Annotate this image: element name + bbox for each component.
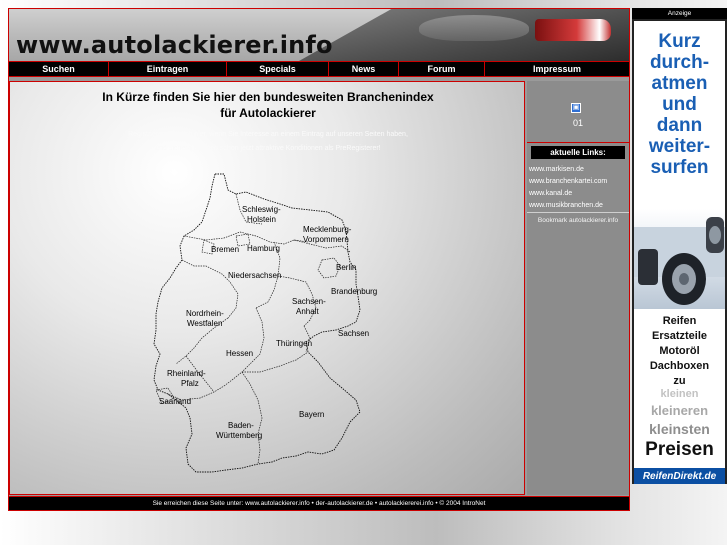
- car-image: [299, 9, 629, 61]
- ad-headline-line-3: atmen: [651, 73, 708, 94]
- ad-product-dachboxen: Dachboxen: [649, 360, 710, 372]
- border-he-bw: [223, 371, 243, 387]
- map-label-sachsen-anhalt[interactable]: Sachsen- Anhalt: [292, 297, 328, 316]
- map-label-hamburg[interactable]: Hamburg: [247, 244, 280, 253]
- map-label-schleswig-holstein[interactable]: Schleswig- Holstein: [242, 205, 283, 224]
- ad-headline-line-2: durch-: [649, 52, 710, 73]
- border-he-th: [241, 307, 265, 373]
- right-sidebar: ▣ 01 aktuelle Links: www.markisen.de www…: [527, 81, 629, 495]
- map-label-bw-line2: Württemberg: [216, 431, 262, 440]
- map-label-sachsen-anhalt-line1: Sachsen-: [292, 297, 326, 306]
- link-branchenkartei[interactable]: www.branchenkartei.com: [529, 176, 629, 187]
- ad-headline-line-6: weiter-: [648, 136, 711, 157]
- ad-big-text: Preisen: [645, 439, 714, 460]
- link-kanal[interactable]: www.kanal.de: [529, 188, 629, 199]
- nav-item-eintragen[interactable]: Eintragen: [109, 62, 227, 76]
- map-label-nrw-line2: Westfalen: [187, 319, 222, 328]
- border-north: [183, 231, 309, 245]
- footer: Sie erreichen diese Seite unter: www.aut…: [9, 496, 629, 510]
- map-label-schleswig-holstein-line2: Holstein: [247, 215, 276, 224]
- nav-item-news[interactable]: News: [329, 62, 399, 76]
- counter-value: 01: [572, 118, 583, 128]
- nav-item-suchen[interactable]: Suchen: [9, 62, 109, 76]
- map-label-niedersachsen[interactable]: Niedersachsen: [228, 271, 281, 280]
- ad-content[interactable]: Kurz durch- atmen und dann weiter- surfe…: [632, 19, 727, 484]
- site-logo[interactable]: www.autolackierer.info: [16, 31, 333, 59]
- map-label-bremen[interactable]: Bremen: [211, 245, 239, 254]
- nav-item-specials[interactable]: Specials: [227, 62, 329, 76]
- ad-brand-link[interactable]: ReifenDirekt.de: [634, 468, 725, 484]
- ad-headline-line-7: surfen: [650, 157, 709, 178]
- ad-small-2: kleineren: [650, 403, 709, 418]
- map-label-rp-line2: Pfalz: [181, 379, 199, 388]
- map-label-saarland[interactable]: Saarland: [159, 397, 191, 406]
- ad-headline-line-1: Kurz: [658, 31, 701, 52]
- visitor-counter: ▣ 01: [527, 81, 629, 143]
- ad-product-reifen: Reifen: [662, 315, 697, 327]
- map-label-brandenburg[interactable]: Brandenburg: [331, 287, 377, 296]
- ad-small-1: kleinen: [660, 388, 699, 400]
- ad-products: Reifen Ersatzteile Motoröl Dachboxen zu: [634, 314, 725, 389]
- map-label-rheinland-pfalz[interactable]: Rheinland- Pfalz: [167, 369, 208, 388]
- main-nav: Suchen Eintragen Specials News Forum Imp…: [9, 61, 629, 77]
- map-label-mecklenburg-vorpommern[interactable]: Mecklenburg- Vorpommern: [303, 225, 354, 244]
- link-musikbranchen[interactable]: www.musikbranchen.de: [529, 200, 629, 211]
- map-label-bayern[interactable]: Bayern: [299, 410, 324, 419]
- map-label-nordrhein-westfalen[interactable]: Nordrhein- Westfalen: [186, 309, 226, 328]
- ad-product-ersatzteile: Ersatzteile: [651, 330, 708, 342]
- link-markisen[interactable]: www.markisen.de: [529, 164, 629, 175]
- ad-small-3: kleinsten: [649, 421, 710, 437]
- ad-headline-line-5: dann: [656, 115, 703, 136]
- map-label-sachsen-anhalt-line2: Anhalt: [296, 307, 319, 316]
- nav-item-forum[interactable]: Forum: [399, 62, 485, 76]
- map-label-hessen[interactable]: Hessen: [226, 349, 253, 358]
- map-label-thueringen[interactable]: Thüringen: [276, 339, 312, 348]
- nav-item-impressum[interactable]: Impressum: [485, 62, 629, 76]
- map-label-rp-line1: Rheinland-: [167, 369, 206, 378]
- site-frame: www.autolackierer.info Suchen Eintragen …: [8, 8, 630, 511]
- map-label-mecklenburg-line1: Mecklenburg-: [303, 225, 352, 234]
- map-label-schleswig-holstein-line1: Schleswig-: [242, 205, 281, 214]
- header-banner: www.autolackierer.info: [9, 9, 629, 61]
- map-label-baden-wuerttemberg[interactable]: Baden- Württemberg: [216, 421, 262, 440]
- map-label-bw-line1: Baden-: [228, 421, 254, 430]
- germany-map: Schleswig- Holstein Mecklenburg- Vorpomm…: [153, 173, 377, 473]
- ad-product-motoroel: Motoröl: [659, 345, 700, 357]
- ad-headline: Kurz durch- atmen und dann weiter- surfe…: [634, 31, 725, 178]
- ad-headline-line-4: und: [662, 94, 697, 115]
- map-label-nrw-line1: Nordrhein-: [186, 309, 224, 318]
- bookmark-link[interactable]: Bookmark autolackierer.info: [527, 212, 629, 226]
- links-heading: aktuelle Links:: [531, 146, 625, 159]
- map-label-mecklenburg-line2: Vorpommern: [303, 235, 349, 244]
- main-content: In Kürze finden Sie hier den bundesweite…: [9, 81, 525, 495]
- car-taillight: [535, 19, 611, 41]
- ad-banner[interactable]: Anzeige Kurz durch- atmen und dann weite…: [632, 8, 727, 484]
- counter-icon: ▣: [571, 103, 581, 113]
- map-label-sachsen[interactable]: Sachsen: [338, 329, 369, 338]
- border-bw-by: [241, 371, 263, 465]
- map-label-berlin[interactable]: Berlin: [336, 263, 356, 272]
- ad-product-image: [634, 209, 725, 309]
- tire-icon: [634, 217, 725, 305]
- ad-label: Anzeige: [632, 8, 727, 19]
